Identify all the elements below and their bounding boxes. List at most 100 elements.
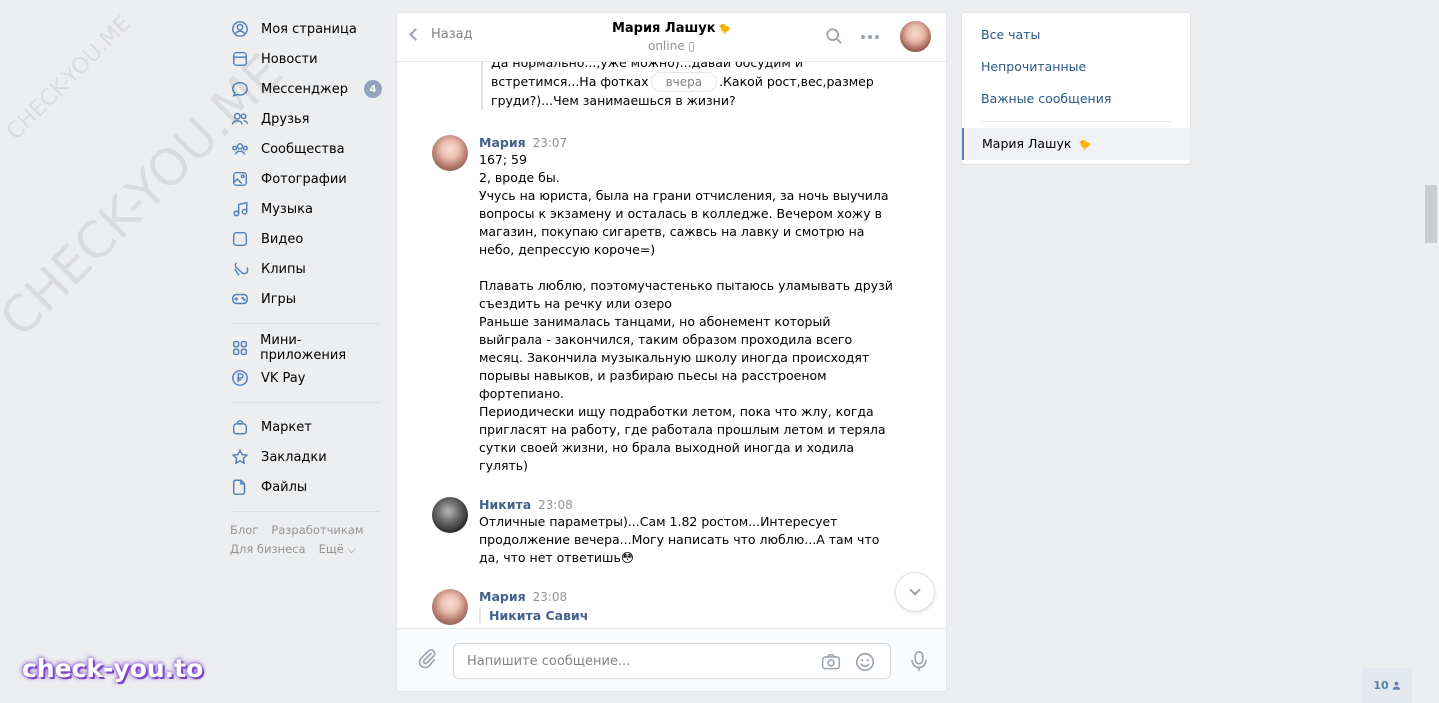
left-nav: Моя страница Новости Мессенджер 4 Друзья…: [230, 14, 382, 559]
active-chat-item[interactable]: Мария Лашук 🐤: [962, 128, 1190, 160]
nav-item-files[interactable]: Файлы: [230, 472, 382, 502]
nav-label: Игры: [261, 291, 297, 307]
message-line: вопросы к экзамену и осталась в колледже…: [479, 206, 882, 221]
message-line: сутки своей жизни, но брала выходной ино…: [479, 440, 855, 455]
search-icon[interactable]: [825, 27, 843, 45]
camera-icon[interactable]: [820, 652, 842, 676]
nav-label: Друзья: [261, 111, 310, 127]
nav-label: VK Pay: [261, 370, 306, 386]
nav-label: Мессенджер: [261, 81, 348, 97]
message-line: 2, вроде бы.: [479, 170, 560, 185]
nav-item-mini-apps[interactable]: Мини-приложения: [230, 333, 382, 363]
chat-header: Назад Мария Лашук 🐤 online ▯: [397, 13, 946, 62]
nav-item-market[interactable]: Маркет: [230, 412, 382, 442]
unread-badge: 4: [364, 80, 382, 98]
nav-item-vk-pay[interactable]: VK Pay: [230, 363, 382, 393]
message-text: Отличные параметры)...Сам 1.82 ростом...…: [479, 513, 879, 567]
message-input[interactable]: [467, 644, 817, 678]
author-avatar[interactable]: [432, 589, 468, 625]
file-icon: [230, 477, 250, 497]
chick-emoji-icon: 🐤: [718, 24, 732, 35]
nav-label: Видео: [261, 231, 304, 247]
message-line: Периодически ищу подработки летом, пока …: [479, 404, 874, 419]
smile-icon[interactable]: [854, 651, 876, 677]
message-line: да, что нет ответишь😳: [479, 550, 634, 565]
author-avatar[interactable]: [432, 497, 468, 533]
filter-unread[interactable]: Непрочитанные: [962, 51, 1190, 83]
nav-item-friends[interactable]: Друзья: [230, 104, 382, 134]
clips-icon: [230, 259, 250, 279]
nav-item-clips[interactable]: Клипы: [230, 254, 382, 284]
nav-separator: [232, 402, 380, 403]
author-avatar[interactable]: [432, 135, 468, 171]
footer-link-more[interactable]: Ещё ⌵: [319, 540, 357, 559]
footer-link-developers[interactable]: Разработчикам: [271, 521, 363, 540]
author-name[interactable]: Никита: [479, 497, 531, 512]
footer-link-blog[interactable]: Блог: [230, 521, 258, 540]
nav-label: Моя страница: [261, 21, 357, 37]
nav-separator: [232, 323, 380, 324]
message-line: выйграла - закончился, таким образом про…: [479, 332, 853, 347]
message-line: Раньше занималась танцами, но абонемент …: [479, 314, 831, 329]
online-friends-counter[interactable]: 10: [1362, 668, 1412, 703]
message-line: Плавать люблю, поэтомучастенько пытаюсь …: [479, 278, 893, 293]
user-circle-icon: [230, 19, 250, 39]
quote-line: Да нормально...,уже можно)...давай обсуд…: [491, 62, 803, 70]
quote-line: встретимся...На фотках вчера .Какой рост,в…: [491, 72, 874, 92]
quote-line-part: встретимся...На фотках: [491, 74, 649, 89]
chat-filters: Все чаты Непрочитанные Важные сообщения …: [961, 12, 1191, 165]
nav-item-music[interactable]: Музыка: [230, 194, 382, 224]
photo-icon: [230, 169, 250, 189]
scroll-down-button[interactable]: [895, 572, 935, 612]
quote-line: груди?)...Чем занимаешься в жизни?: [491, 93, 736, 108]
ruble-icon: [230, 368, 250, 388]
more-icon[interactable]: [861, 35, 879, 39]
nav-item-groups[interactable]: Сообщества: [230, 134, 382, 164]
star-icon: [230, 447, 250, 467]
quoted-message: Да нормально...,уже можно)...давай обсуд…: [481, 62, 874, 110]
peer-avatar[interactable]: [900, 21, 931, 52]
page-scrollbar[interactable]: [1425, 185, 1437, 243]
message-line: магазин, покупаю сигаретв, сажвсь на лав…: [479, 224, 865, 239]
author-name[interactable]: Мария: [479, 589, 526, 604]
friends-icon: [230, 109, 250, 129]
forwarded-author[interactable]: Никита Савич: [479, 608, 879, 623]
gamepad-icon: [230, 289, 250, 309]
news-icon: [230, 49, 250, 69]
nav-label: Закладки: [261, 449, 327, 465]
message-line: продолжение вечера...Могу написать что л…: [479, 532, 880, 547]
video-icon: [230, 229, 250, 249]
author-name[interactable]: Мария: [479, 135, 526, 150]
nav-item-bookmarks[interactable]: Закладки: [230, 442, 382, 472]
filter-important[interactable]: Важные сообщения: [962, 83, 1190, 115]
nav-item-messenger[interactable]: Мессенджер 4: [230, 74, 382, 104]
message-line: месяц. Закончила музыкальную школу иногд…: [479, 350, 870, 365]
nav-item-news[interactable]: Новости: [230, 44, 382, 74]
chick-emoji-icon: 🐤: [1078, 140, 1091, 151]
date-pill: вчера: [650, 72, 718, 92]
nav-label: Фотографии: [261, 171, 347, 187]
message-input-box[interactable]: [453, 643, 891, 679]
nav-item-video[interactable]: Видео: [230, 224, 382, 254]
person-icon: [1392, 681, 1400, 690]
active-chat-name: Мария Лашук: [982, 136, 1072, 151]
footer-link-business[interactable]: Для бизнеса: [230, 540, 306, 559]
nav-footer: Блог Разработчикам Для бизнеса Ещё ⌵: [230, 521, 390, 559]
message-line: пригласят на работу, где работала прошлы…: [479, 422, 886, 437]
message-history[interactable]: Да нормально...,уже можно)...давай обсуд…: [397, 62, 946, 628]
message-line: гулять): [479, 458, 528, 473]
paperclip-icon[interactable]: [416, 647, 438, 673]
filter-separator: [982, 121, 1172, 122]
microphone-icon[interactable]: [908, 649, 930, 677]
nav-item-photos[interactable]: Фотографии: [230, 164, 382, 194]
nav-item-games[interactable]: Игры: [230, 284, 382, 314]
quote-line-part: .Какой рост,вес,размер: [719, 74, 874, 89]
nav-label: Сообщества: [261, 141, 345, 157]
chat-bubble-icon: [230, 79, 250, 99]
chevron-down-icon: [909, 584, 921, 596]
filter-all-chats[interactable]: Все чаты: [962, 19, 1190, 51]
nav-label: Маркет: [261, 419, 312, 435]
nav-item-my-page[interactable]: Моя страница: [230, 14, 382, 44]
nav-label: Музыка: [261, 201, 313, 217]
